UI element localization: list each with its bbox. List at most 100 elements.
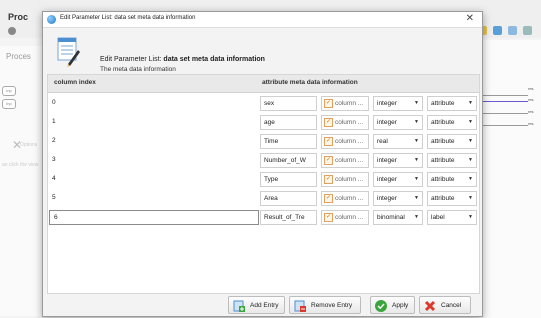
- add-entry-button[interactable]: Add Entry: [228, 296, 285, 314]
- role-value: attribute: [431, 195, 455, 202]
- column-checkbox-cell[interactable]: ✓ column ...: [321, 115, 369, 130]
- dropdown-arrow-icon: ▼: [468, 119, 473, 125]
- apply-label: Apply: [392, 302, 409, 309]
- attribute-name-field[interactable]: Result_of_Tre: [260, 210, 317, 225]
- check-icon[interactable]: ✓: [324, 212, 333, 222]
- value-type-dropdown[interactable]: integer ▼: [373, 153, 423, 168]
- column-index-field[interactable]: 3: [48, 153, 257, 168]
- check-icon[interactable]: ✓: [324, 174, 333, 184]
- dropdown-arrow-icon: ▼: [468, 195, 473, 201]
- attribute-name-field[interactable]: Type: [260, 172, 317, 187]
- value-type-dropdown[interactable]: integer ▼: [373, 172, 423, 187]
- column-checkbox-cell[interactable]: ✓ column ...: [321, 210, 369, 225]
- background-process-label: Proces: [6, 52, 31, 61]
- check-icon[interactable]: ✓: [324, 136, 333, 146]
- column-index-field[interactable]: 0: [48, 96, 257, 111]
- check-icon[interactable]: ✓: [324, 98, 333, 108]
- role-dropdown[interactable]: attribute ▼: [427, 191, 477, 206]
- dropdown-arrow-icon: ▼: [414, 100, 419, 106]
- close-button[interactable]: ✕: [466, 13, 474, 24]
- column-index-field[interactable]: 4: [48, 172, 257, 187]
- value-type-value: integer: [377, 176, 397, 183]
- table-row: 3 Number_of_W ✓ column ... integer ▼ attribute…: [48, 151, 479, 170]
- dropdown-arrow-icon: ▼: [414, 157, 419, 163]
- attribute-name-field[interactable]: Time: [260, 134, 317, 149]
- dropdown-arrow-icon: ▼: [414, 195, 419, 201]
- column-checkbox-cell[interactable]: ✓ column ...: [321, 191, 369, 206]
- value-type-dropdown[interactable]: integer ▼: [373, 115, 423, 130]
- column-index-field[interactable]: 1: [48, 115, 257, 130]
- remove-entry-label: Remove Entry: [311, 302, 353, 309]
- remove-entry-button[interactable]: Remove Entry: [289, 296, 361, 314]
- value-type-value: integer: [377, 157, 397, 164]
- column-index-field[interactable]: 2: [48, 134, 257, 149]
- dropdown-arrow-icon: ▼: [414, 138, 419, 144]
- value-type-value: integer: [377, 119, 397, 126]
- column-checkbox-cell[interactable]: ✓ column ...: [321, 96, 369, 111]
- role-dropdown[interactable]: attribute ▼: [427, 115, 477, 130]
- column-check-label: column ...: [335, 157, 364, 164]
- parameter-table: column index attribute meta data informa…: [47, 74, 480, 294]
- value-type-value: real: [377, 138, 388, 145]
- apply-button[interactable]: Apply: [370, 296, 415, 314]
- dialog-titlebar[interactable]: Edit Parameter List: data set meta data …: [43, 12, 482, 28]
- attribute-name-field[interactable]: Area: [260, 191, 317, 206]
- attribute-name-field[interactable]: Number_of_W: [260, 153, 317, 168]
- role-dropdown[interactable]: attribute ▼: [427, 172, 477, 187]
- check-icon[interactable]: ✓: [324, 193, 333, 203]
- remove-entry-icon: [294, 300, 306, 312]
- check-icon[interactable]: ✓: [324, 117, 333, 127]
- table-row: 6 Result_of_Tre ✓ column ... binominal ▼ label…: [48, 208, 479, 227]
- process-input-port[interactable]: inp: [2, 86, 16, 96]
- column-checkbox-cell[interactable]: ✓ column ...: [321, 153, 369, 168]
- cancel-x-icon: [424, 300, 436, 312]
- cancel-button[interactable]: Cancel: [419, 296, 471, 314]
- edit-parameter-list-dialog: Edit Parameter List: data set meta data …: [42, 11, 483, 317]
- background-status-dot: [8, 27, 16, 35]
- role-dropdown[interactable]: label ▼: [427, 210, 477, 225]
- dialog-header: Edit Parameter List: data set meta data …: [43, 28, 482, 78]
- column-checkbox-cell[interactable]: ✓ column ...: [321, 172, 369, 187]
- checkmark-icon: [375, 300, 387, 312]
- output-port-label: res: [528, 109, 534, 114]
- value-type-dropdown[interactable]: integer ▼: [373, 96, 423, 111]
- table-header: column index attribute meta data informa…: [48, 75, 479, 93]
- role-value: attribute: [431, 176, 455, 183]
- table-row: 4 Type ✓ column ... integer ▼ attribute ▼: [48, 170, 479, 189]
- role-dropdown[interactable]: attribute ▼: [427, 153, 477, 168]
- tool-icon[interactable]: [492, 26, 502, 35]
- column-check-label: column ...: [335, 176, 364, 183]
- check-icon[interactable]: ✓: [324, 155, 333, 165]
- background-window-title: Proc: [8, 12, 29, 22]
- attribute-meta-header[interactable]: attribute meta data information: [262, 79, 358, 86]
- value-type-dropdown[interactable]: integer ▼: [373, 191, 423, 206]
- table-row: 5 Area ✓ column ... integer ▼ attribute ▼: [48, 189, 479, 208]
- dropdown-arrow-icon: ▼: [414, 176, 419, 182]
- role-dropdown[interactable]: attribute ▼: [427, 96, 477, 111]
- connection-line: [478, 95, 528, 96]
- column-check-label: column ...: [335, 195, 364, 202]
- attribute-name-field[interactable]: sex: [260, 96, 317, 111]
- dropdown-arrow-icon: ▼: [468, 100, 473, 106]
- role-value: attribute: [431, 138, 455, 145]
- column-index-field[interactable]: 5: [48, 191, 257, 206]
- tool-icon[interactable]: [507, 26, 517, 35]
- value-type-dropdown[interactable]: binominal ▼: [373, 210, 423, 225]
- column-checkbox-cell[interactable]: ✓ column ...: [321, 134, 369, 149]
- role-value: attribute: [431, 100, 455, 107]
- process-input-port[interactable]: inp: [2, 99, 16, 109]
- value-type-dropdown[interactable]: real ▼: [373, 134, 423, 149]
- tool-icon[interactable]: [522, 26, 532, 35]
- header-title: Edit Parameter List: data set meta data …: [100, 56, 265, 63]
- background-faint-text: an click the view: [2, 162, 39, 168]
- column-index-header[interactable]: column index: [54, 79, 96, 86]
- column-index-field[interactable]: 6: [49, 210, 259, 225]
- column-check-label: column ...: [335, 214, 364, 221]
- connection-line: [478, 113, 528, 114]
- column-check-label: column ...: [335, 119, 364, 126]
- table-row: 1 age ✓ column ... integer ▼ attribute ▼: [48, 113, 479, 132]
- app-icon: [47, 15, 56, 24]
- column-check-label: column ...: [335, 100, 364, 107]
- attribute-name-field[interactable]: age: [260, 115, 317, 130]
- role-dropdown[interactable]: attribute ▼: [427, 134, 477, 149]
